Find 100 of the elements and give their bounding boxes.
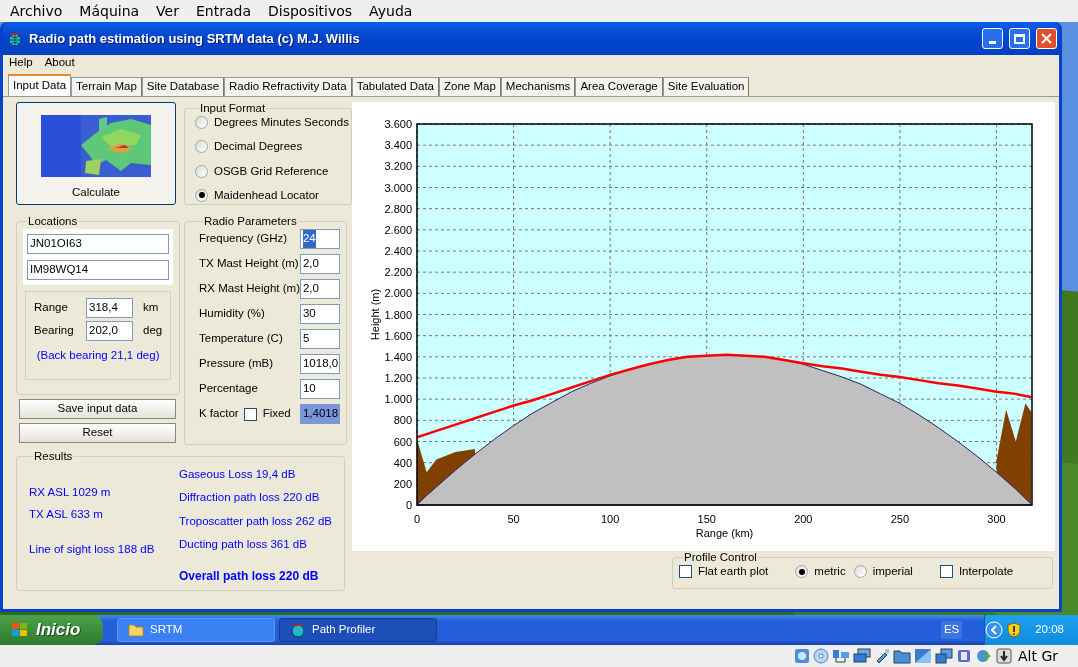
action-button[interactable]: Reset: [19, 423, 176, 443]
tab[interactable]: Site Evaluation: [662, 77, 750, 96]
menu-item[interactable]: Máquina: [79, 0, 140, 22]
axis-tick-label: 3.000: [384, 181, 412, 194]
chevron-left-icon[interactable]: [985, 621, 1004, 639]
field-label: Pressure (mB): [199, 356, 274, 372]
menu-item[interactable]: About: [44, 54, 75, 72]
radio-button[interactable]: [195, 188, 208, 202]
radio-button[interactable]: [195, 140, 208, 154]
tab[interactable]: Tabulated Data: [351, 77, 440, 96]
tab[interactable]: Zone Map: [439, 77, 501, 96]
checkbox[interactable]: [679, 565, 692, 579]
disc-icon[interactable]: [813, 648, 829, 664]
flag-logo: [10, 621, 30, 639]
radio-label[interactable]: Maidenhead Locator: [214, 186, 319, 204]
tab[interactable]: Radio Refractivity Data: [224, 77, 352, 96]
result-text: Gaseous Loss 19,4 dB: [179, 467, 297, 482]
windows-icon[interactable]: [935, 648, 953, 664]
axis-tick-label: 1.600: [384, 329, 412, 342]
axis-tick-label: 50: [507, 513, 520, 525]
axis-tick-label: 2.400: [384, 245, 412, 257]
input-field[interactable]: 318,4: [86, 298, 133, 318]
field-label: Bearing: [34, 323, 75, 339]
field-label: Frequency (GHz): [199, 231, 288, 247]
taskbar-button[interactable]: SRTM: [117, 618, 275, 642]
axis-tick-label: 800: [393, 414, 412, 427]
input-field[interactable]: 24: [299, 229, 340, 249]
maximize-button[interactable]: [1009, 28, 1030, 49]
group-title: Input Format: [199, 102, 267, 114]
radio-button[interactable]: [853, 565, 867, 579]
radio-button[interactable]: [195, 164, 208, 178]
axis-tick-label: 1.200: [384, 372, 412, 384]
checkbox[interactable]: [939, 565, 953, 579]
input-field[interactable]: IM98WQ14: [27, 260, 170, 280]
axis-tick-label: 200: [794, 513, 813, 525]
radio-label[interactable]: Decimal Degrees: [214, 138, 303, 156]
calculate-button[interactable]: Calculate: [16, 102, 176, 205]
window-title: Radio path estimation using SRTM data (c) M.J. Willis: [29, 29, 361, 48]
input-field[interactable]: 10: [299, 379, 340, 399]
overall-loss-text: Overall path loss 220 dB: [179, 568, 320, 585]
minimize-button[interactable]: [982, 28, 1003, 49]
tab[interactable]: Mechanisms: [500, 77, 576, 96]
axis-tick-label: 2.000: [384, 287, 412, 300]
menu-item[interactable]: Archivo: [10, 0, 63, 22]
radio-label[interactable]: metric: [814, 563, 846, 581]
monitors-icon[interactable]: [853, 648, 871, 664]
radio-label[interactable]: OSGB Grid Reference: [214, 162, 329, 180]
group-title: Profile Control: [683, 551, 758, 563]
checkbox-label[interactable]: Fixed: [262, 405, 291, 423]
group-title: Results: [33, 450, 74, 462]
group-title: Locations: [27, 215, 79, 227]
result-text: Diffraction path loss 220 dB: [179, 490, 321, 506]
checkbox-label[interactable]: Interpolate: [958, 563, 1014, 581]
axis-tick-label: 600: [393, 435, 412, 448]
menu-item[interactable]: Help: [9, 54, 33, 72]
input-field[interactable]: 202,0: [86, 321, 133, 341]
tab[interactable]: Site Database: [141, 77, 225, 96]
radio-label[interactable]: imperial: [872, 563, 913, 581]
result-text: RX ASL 1029 m: [29, 485, 112, 500]
close-button[interactable]: [1036, 28, 1057, 49]
radio-button[interactable]: [195, 116, 208, 130]
tab[interactable]: Area Coverage: [575, 77, 663, 96]
shield-icon[interactable]: [1007, 622, 1022, 638]
taskbar-button[interactable]: Path Profiler: [279, 618, 437, 642]
checkbox[interactable]: [243, 407, 257, 421]
input-field[interactable]: 1,4018: [299, 404, 340, 424]
input-field[interactable]: 30: [299, 304, 340, 324]
menu-item[interactable]: Dispositivos: [268, 0, 353, 22]
network-icon[interactable]: [832, 648, 850, 664]
axis-tick-label: 200: [393, 477, 412, 490]
action-button[interactable]: Save input data: [19, 399, 176, 419]
axis-tick-label: 3.400: [384, 139, 412, 152]
menu-item[interactable]: Ver: [156, 0, 179, 22]
menu-item[interactable]: Ayuda: [369, 0, 413, 22]
result-text: Troposcatter path loss 262 dB: [179, 513, 332, 529]
field-label: Range: [34, 300, 69, 316]
folder-icon[interactable]: [893, 648, 911, 664]
axis-tick-label: 0: [413, 513, 421, 525]
axis-tick-label: 2.600: [384, 223, 412, 236]
radio-button[interactable]: [795, 565, 809, 579]
language-indicator[interactable]: ES: [940, 621, 963, 639]
unit-label: deg: [143, 323, 163, 339]
radio-label[interactable]: Degrees Minutes Seconds: [214, 114, 349, 132]
checkbox-label[interactable]: Flat earth plot: [698, 563, 769, 581]
start-button[interactable]: Inicio: [0, 615, 103, 645]
input-field[interactable]: 2,0: [299, 279, 340, 299]
field-label: TX Mast Height (m): [199, 256, 299, 272]
axis-tick-label: 2.200: [384, 266, 412, 279]
input-field[interactable]: 2,0: [299, 254, 340, 274]
menu-item[interactable]: Entrada: [195, 0, 251, 22]
tab[interactable]: Terrain Map: [71, 77, 142, 96]
axis-tick-label: 150: [697, 513, 716, 525]
unit-label: km: [143, 300, 159, 316]
back-bearing-text: (Back bearing 21,1 deg): [35, 348, 161, 363]
download-icon[interactable]: [996, 648, 1012, 664]
input-field[interactable]: 1018,0: [299, 354, 340, 374]
input-field[interactable]: 5: [299, 329, 340, 349]
field-label: Humidity (%): [199, 306, 265, 322]
input-field[interactable]: JN01OI63: [27, 234, 170, 254]
tab[interactable]: Input Data: [8, 74, 72, 96]
